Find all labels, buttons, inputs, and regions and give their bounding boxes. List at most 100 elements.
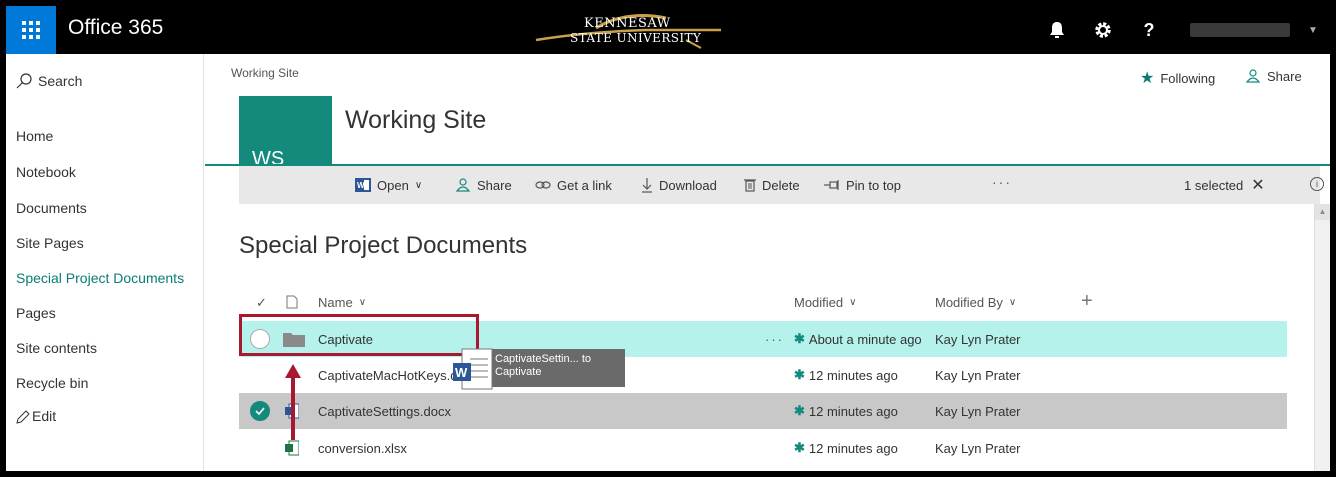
edit-links-button[interactable]: Edit (16, 408, 56, 424)
new-indicator-icon: ✱ (794, 367, 805, 382)
share-icon (1245, 69, 1261, 83)
more-commands-button[interactable]: ··· (992, 174, 1012, 190)
file-name-link[interactable]: CaptivateMacHotKeys.d (318, 357, 457, 393)
app-launcher-button[interactable] (6, 6, 56, 54)
modified-by-cell[interactable]: Kay Lyn Prater (935, 393, 1021, 429)
modified-by-cell[interactable]: Kay Lyn Prater (935, 430, 1021, 466)
drag-tooltip: CaptivateSettin... to Captivate (473, 349, 625, 387)
following-label: Following (1160, 70, 1216, 86)
pin-icon (824, 180, 839, 190)
selection-info[interactable]: 1 selected ✕ (1184, 166, 1265, 204)
open-label: Open (377, 177, 409, 193)
new-indicator-icon: ✱ (794, 403, 805, 418)
bell-icon (1050, 22, 1064, 38)
modified-by-cell[interactable]: Kay Lyn Prater (935, 321, 1021, 357)
file-type-column-header[interactable] (286, 295, 298, 309)
file-name-link[interactable]: CaptivateSettings.docx (318, 393, 451, 429)
drag-tooltip-line1: CaptivateSettin... to (495, 353, 591, 365)
follow-button[interactable]: ★ Following (1140, 68, 1215, 88)
modified-by-column-header[interactable]: Modified By ∨ (935, 295, 1016, 310)
modified-cell: ✱ 12 minutes ago (794, 393, 898, 429)
add-column-button[interactable]: + (1081, 290, 1093, 313)
search-box[interactable]: Search (16, 73, 82, 89)
breadcrumb[interactable]: Working Site (231, 66, 299, 80)
nav-item-special-project-documents[interactable]: Special Project Documents (16, 270, 184, 286)
row-checkbox[interactable] (250, 393, 270, 429)
open-button[interactable]: W Open ∨ (355, 166, 422, 204)
select-all-checkbox[interactable]: ✓ (256, 295, 267, 311)
gear-icon (1095, 22, 1111, 38)
search-label: Search (38, 73, 83, 89)
modified-value: About a minute ago (808, 331, 922, 347)
command-bar: W Open ∨ Share Get a link Download Delet… (239, 166, 1324, 204)
left-navigation: Search Home Notebook Documents Site Page… (6, 54, 204, 471)
document-icon (286, 295, 298, 309)
chevron-down-icon: ∨ (849, 297, 857, 308)
modified-by-column-label: Modified By (935, 295, 1003, 310)
browser-frame: Office 365 KENNESAW STATE UNIVERSITY ? K… (6, 6, 1330, 471)
search-icon (16, 73, 32, 89)
clear-selection-icon[interactable]: ✕ (1251, 175, 1264, 195)
chevron-down-icon: ▼ (1308, 24, 1318, 36)
share-button[interactable]: Share (455, 166, 512, 204)
nav-item-pages[interactable]: Pages (16, 305, 56, 321)
table-row[interactable]: CaptivateMacHotKeys.d ✱ 12 minutes ago K… (239, 357, 1287, 393)
logo-text-top: KENNESAW (584, 16, 671, 31)
modified-column-header[interactable]: Modified ∨ (794, 295, 856, 310)
download-icon (642, 178, 652, 193)
get-link-label: Get a link (557, 177, 612, 193)
row-more-button[interactable]: ··· (765, 321, 784, 357)
new-indicator-icon: ✱ (794, 331, 805, 346)
university-logo: KENNESAW STATE UNIVERSITY (526, 10, 726, 50)
pencil-icon (16, 410, 30, 424)
account-menu[interactable]: Kay Lyn Prater ▼ (1178, 6, 1330, 54)
help-button[interactable]: ? (1126, 6, 1172, 54)
table-row[interactable]: conversion.xlsx ✱ 12 minutes ago Kay Lyn… (239, 430, 1287, 466)
new-indicator-icon: ✱ (794, 440, 805, 455)
modified-by-cell[interactable]: Kay Lyn Prater (935, 357, 1021, 393)
edit-label: Edit (32, 408, 57, 424)
modified-value: 12 minutes ago (808, 367, 898, 383)
delete-button[interactable]: Delete (744, 166, 800, 204)
name-column-header[interactable]: Name ∨ (318, 295, 366, 310)
suite-bar: Office 365 KENNESAW STATE UNIVERSITY ? K… (6, 6, 1330, 54)
link-icon (535, 181, 551, 189)
word-icon: W (355, 178, 371, 192)
drag-tooltip-line2: Captivate (495, 366, 542, 378)
nav-item-notebook[interactable]: Notebook (16, 164, 76, 180)
pin-label: Pin to top (846, 177, 901, 193)
share-icon (455, 178, 471, 192)
download-button[interactable]: Download (641, 166, 717, 204)
pin-to-top-button[interactable]: Pin to top (824, 166, 901, 204)
star-icon: ★ (1140, 70, 1155, 87)
notifications-button[interactable] (1034, 6, 1080, 54)
settings-button[interactable] (1080, 6, 1126, 54)
info-pane-button[interactable]: i (1310, 177, 1324, 191)
svg-text:W: W (455, 365, 468, 380)
trash-icon (744, 179, 756, 192)
nav-item-home[interactable]: Home (16, 128, 53, 144)
checkmark-icon (255, 407, 265, 415)
delete-label: Delete (762, 177, 800, 193)
file-name-link[interactable]: conversion.xlsx (318, 430, 407, 466)
site-title[interactable]: Working Site (345, 106, 486, 135)
share-command-label: Share (477, 177, 512, 193)
scroll-up-arrow-icon[interactable]: ▲ (1315, 204, 1330, 220)
nav-item-documents[interactable]: Documents (16, 200, 87, 216)
user-name: Kay Lyn Prater (1190, 23, 1290, 37)
waffle-icon (22, 21, 40, 39)
table-row[interactable]: CaptivateSettings.docx ✱ 12 minutes ago … (239, 393, 1287, 429)
nav-item-site-pages[interactable]: Site Pages (16, 235, 84, 251)
nav-item-site-contents[interactable]: Site contents (16, 340, 97, 356)
get-link-button[interactable]: Get a link (535, 166, 612, 204)
modified-cell: ✱ 12 minutes ago (794, 430, 898, 466)
share-site-button[interactable]: Share (1245, 68, 1302, 84)
chevron-down-icon: ∨ (358, 297, 367, 308)
app-title[interactable]: Office 365 (68, 16, 163, 40)
download-label: Download (659, 177, 717, 193)
modified-cell: ✱ About a minute ago (794, 321, 922, 357)
vertical-scrollbar[interactable]: ▲ (1314, 204, 1330, 471)
nav-item-recycle-bin[interactable]: Recycle bin (16, 375, 88, 391)
annotation-arrow-icon (283, 362, 303, 442)
main-content: Working Site ★ Following Share WS Workin… (205, 54, 1330, 471)
